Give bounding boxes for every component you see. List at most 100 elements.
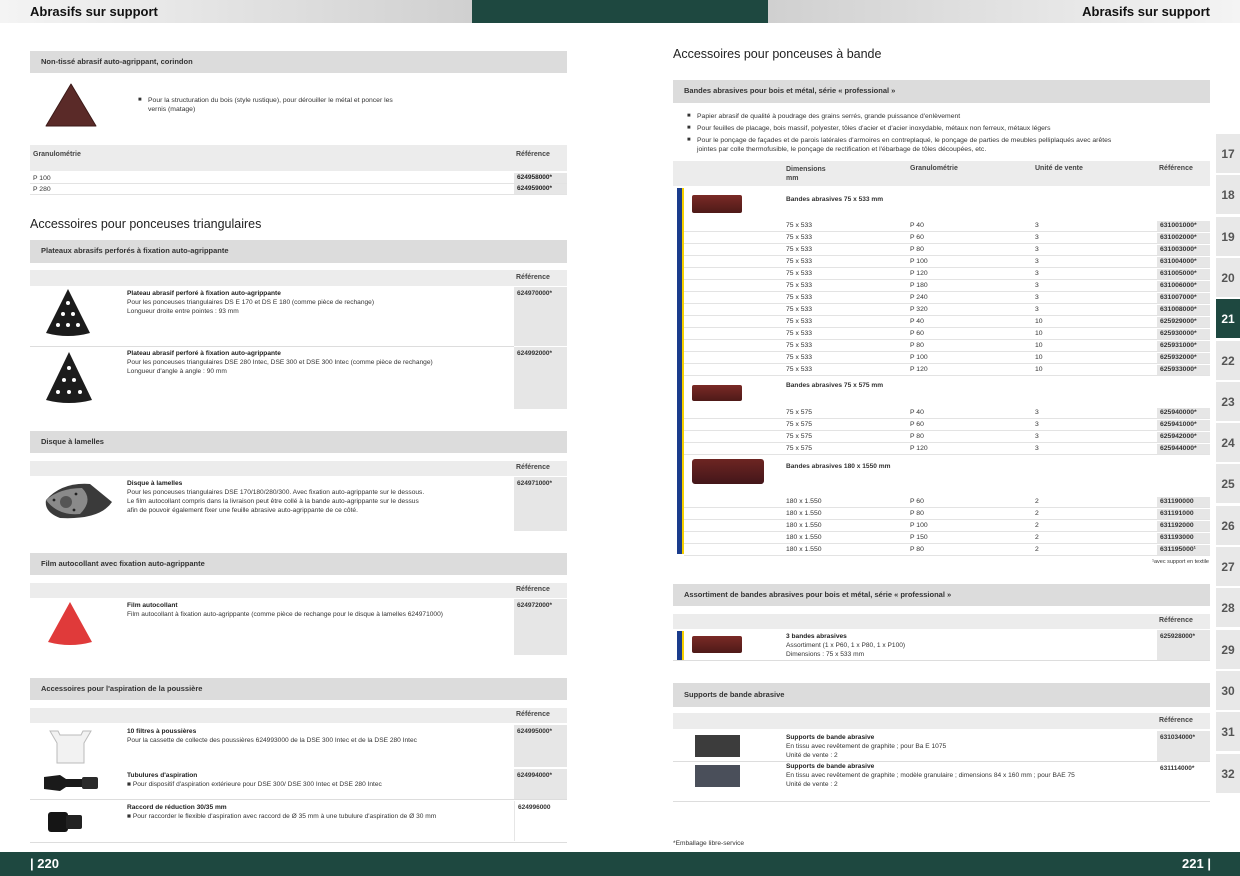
col-dim-unit: mm xyxy=(786,175,799,182)
cell-granulometrie: P 80 xyxy=(910,510,924,517)
cell-reference: 631192000 xyxy=(1157,521,1210,531)
table-row: P 100 xyxy=(30,173,567,184)
aspiration-3-desc: Raccord de réduction 30/35 mm ■ Pour rac… xyxy=(127,803,512,821)
plateau-1-desc: Plateau abrasif perforé à fixation auto-… xyxy=(127,289,507,316)
aspiration-2-desc: Tubulures d'aspiration ■ Pour dispositif… xyxy=(127,771,512,789)
aspiration-1-ref: 624995000* xyxy=(514,725,567,767)
right-page-number: 221 | xyxy=(1182,856,1211,871)
nontisse-bullet: Pour la structuration du bois (style rus… xyxy=(138,96,398,114)
plateau-2-desc: Plateau abrasif perforé à fixation auto-… xyxy=(127,349,512,376)
header-right-title: Abrasifs sur support xyxy=(1082,4,1210,19)
chapter-tab-27[interactable]: 27 xyxy=(1216,547,1240,587)
cell-unite: 2 xyxy=(1035,546,1039,553)
table-row: 75 x 533 P 60 10 625930000* xyxy=(684,328,1210,340)
table-row: 180 x 1.550 P 100 2 631192000 xyxy=(684,520,1210,532)
row-gran: P 100 xyxy=(33,175,51,182)
cell-reference: 625930000* xyxy=(1157,329,1210,339)
chapter-tab-20[interactable]: 20 xyxy=(1216,257,1240,298)
chapter-tab-25[interactable]: 25 xyxy=(1216,464,1240,505)
table-row: 75 x 533 P 120 3 631005000* xyxy=(684,268,1210,280)
aspiration-colhead: Référence xyxy=(30,708,567,723)
cell-granulometrie: P 40 xyxy=(910,409,924,416)
chapter-tab-28[interactable]: 28 xyxy=(1216,588,1240,629)
cell-granulometrie: P 80 xyxy=(910,342,924,349)
cell-dimensions: 75 x 575 xyxy=(786,409,813,416)
assortiment-desc: 3 bandes abrasives Assortiment (1 x P60,… xyxy=(786,632,1146,659)
heading-triangulaires: Accessoires pour ponceuses triangulaires xyxy=(30,217,262,231)
plateau-2-name: Plateau abrasif perforé à fixation auto-… xyxy=(127,350,281,357)
cell-granulometrie: P 120 xyxy=(910,366,928,373)
chapter-tab-17[interactable]: 17 xyxy=(1216,134,1240,174)
cell-granulometrie: P 120 xyxy=(910,270,928,277)
table-row: 180 x 1.550 P 150 2 631193000 xyxy=(684,532,1210,544)
cell-reference: 631190000 xyxy=(1157,497,1210,507)
nontisse-image xyxy=(44,82,98,130)
table-row: 75 x 533 P 40 10 625929000* xyxy=(684,316,1210,328)
film-desc: Film autocollant Film autocollant à fixa… xyxy=(127,601,512,619)
cell-unite: 2 xyxy=(1035,510,1039,517)
aspiration-1-line1: Pour la cassette de collecte des poussiè… xyxy=(127,737,417,744)
support-2-desc: Supports de bande abrasive En tissu avec… xyxy=(786,762,1156,789)
support-1-line1: En tissu avec revêtement de graphite ; p… xyxy=(786,743,947,750)
cell-unite: 3 xyxy=(1035,270,1039,277)
film-image xyxy=(46,600,94,648)
cell-granulometrie: P 240 xyxy=(910,294,928,301)
cell-unite: 3 xyxy=(1035,433,1039,440)
chapter-tab-21[interactable]: 21 xyxy=(1216,299,1240,340)
footer-note: *Emballage libre-service xyxy=(673,840,745,847)
cell-dimensions: 75 x 533 xyxy=(786,330,813,337)
aspiration-3-ref: 624996000 xyxy=(514,801,567,841)
cell-unite: 2 xyxy=(1035,498,1039,505)
film-ref: 624972000* xyxy=(514,599,567,655)
chapter-tab-18[interactable]: 18 xyxy=(1216,175,1240,216)
chapter-tab-22[interactable]: 22 xyxy=(1216,340,1240,381)
chapter-tab-31[interactable]: 31 xyxy=(1216,712,1240,753)
cell-dimensions: 180 x 1.550 xyxy=(786,546,822,553)
cell-dimensions: 75 x 533 xyxy=(786,282,813,289)
bandes-bullet-2: Pour feuilles de placage, bois massif, p… xyxy=(687,124,1197,133)
chapter-tab-19[interactable]: 19 xyxy=(1216,216,1240,257)
chapter-tab-24[interactable]: 24 xyxy=(1216,423,1240,464)
chapter-tab-29[interactable]: 29 xyxy=(1216,629,1240,670)
belt-image-75x533 xyxy=(692,195,742,213)
section-aspiration: Accessoires pour l'aspiration de la pous… xyxy=(30,678,567,700)
cell-dimensions: 75 x 533 xyxy=(786,222,813,229)
chapter-tab-23[interactable]: 23 xyxy=(1216,381,1240,422)
cell-reference: 625929000* xyxy=(1157,317,1210,327)
cell-dimensions: 75 x 575 xyxy=(786,421,813,428)
cell-reference: 631195000¹ xyxy=(1157,545,1210,555)
cell-dimensions: 75 x 533 xyxy=(786,234,813,241)
cell-unite: 3 xyxy=(1035,258,1039,265)
aspiration-3-name: Raccord de réduction 30/35 mm xyxy=(127,804,227,811)
filter-image xyxy=(48,727,93,765)
plateau-1-line2: Longueur droite entre pointes : 93 mm xyxy=(127,308,239,315)
supports-colhead: Référence xyxy=(673,713,1210,729)
plateau-2-ref: 624992000* xyxy=(514,347,567,409)
section-bandes: Bandes abrasives pour bois et métal, sér… xyxy=(673,80,1210,103)
chapter-tab-30[interactable]: 30 xyxy=(1216,670,1240,711)
film-line1: Film autocollant à fixation auto-agrippa… xyxy=(127,611,443,618)
cell-reference: 625931000* xyxy=(1157,341,1210,351)
belt-image-75x575 xyxy=(692,385,742,401)
support-1-line2: Unité de vente : 2 xyxy=(786,752,838,759)
assortiment-image xyxy=(692,636,742,653)
chapter-tab-26[interactable]: 26 xyxy=(1216,505,1240,546)
group-title: Bandes abrasives 75 x 533 mm xyxy=(786,196,884,203)
table-row: 180 x 1.550 P 80 2 631191000 xyxy=(684,508,1210,520)
aspiration-2-ref: 624994000* xyxy=(514,769,567,799)
cell-granulometrie: P 120 xyxy=(910,445,928,452)
aspiration-1-name: 10 filtres à poussières xyxy=(127,728,197,735)
disque-name: Disque à lamelles xyxy=(127,480,183,487)
cell-dimensions: 75 x 533 xyxy=(786,270,813,277)
ref-cell: 624959000* xyxy=(514,184,567,194)
chapter-tab-32[interactable]: 32 xyxy=(1216,753,1240,794)
support-2-line2: Unité de vente : 2 xyxy=(786,781,838,788)
cell-granulometrie: P 80 xyxy=(910,433,924,440)
col-reference: Référence xyxy=(516,274,550,281)
cell-dimensions: 75 x 533 xyxy=(786,342,813,349)
cell-reference: 625932000* xyxy=(1157,353,1210,363)
bandes-bullet-3: Pour le ponçage de façades et de parois … xyxy=(687,136,1197,145)
cell-reference: 625942000* xyxy=(1157,432,1210,442)
cell-unite: 2 xyxy=(1035,534,1039,541)
cell-dimensions: 180 x 1.550 xyxy=(786,498,822,505)
